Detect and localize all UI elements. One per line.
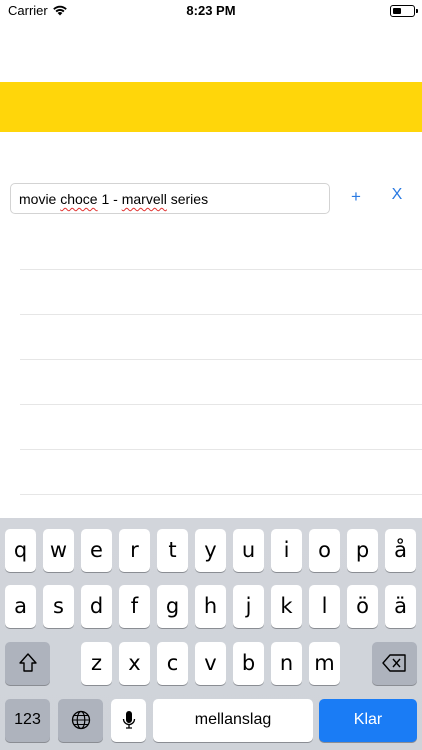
movie-text-field[interactable]: movie choce 1 - marvell series (10, 183, 330, 214)
key-s[interactable]: s (43, 585, 74, 628)
key-a[interactable]: a (5, 585, 36, 628)
battery-icon (390, 5, 415, 17)
key-b[interactable]: b (233, 642, 264, 685)
key-g[interactable]: g (157, 585, 188, 628)
list-item[interactable] (20, 360, 422, 405)
battery-fill (393, 8, 401, 14)
text-part: movie (19, 191, 61, 207)
battery-nub (416, 9, 418, 13)
key-x[interactable]: x (119, 642, 150, 685)
key-m[interactable]: m (309, 642, 340, 685)
shift-key[interactable] (5, 642, 50, 685)
key-q[interactable]: q (5, 529, 36, 572)
key-n[interactable]: n (271, 642, 302, 685)
numbers-key[interactable]: 123 (5, 699, 50, 742)
shift-icon (18, 653, 37, 672)
entry-row: movie choce 1 - marvell series + X (0, 183, 422, 215)
space-key[interactable]: mellanslag (153, 699, 313, 742)
key-o[interactable]: o (309, 529, 340, 572)
keyboard: qwertyuiopå asdfghjklöä zxcvbnm 123 mell… (0, 518, 422, 750)
status-bar: Carrier 8:23 PM (0, 0, 422, 22)
list-item[interactable] (20, 450, 422, 495)
key-v[interactable]: v (195, 642, 226, 685)
key-w[interactable]: w (43, 529, 74, 572)
key-k[interactable]: k (271, 585, 302, 628)
key-p[interactable]: p (347, 529, 378, 572)
key-u[interactable]: u (233, 529, 264, 572)
key-t[interactable]: t (157, 529, 188, 572)
key-r[interactable]: r (119, 529, 150, 572)
movie-text-value: movie choce 1 - marvell series (19, 191, 208, 207)
key-l[interactable]: l (309, 585, 340, 628)
backspace-icon (381, 654, 406, 672)
text-part: 1 - (97, 191, 122, 207)
key-ö[interactable]: ö (347, 585, 378, 628)
backspace-key[interactable] (372, 642, 417, 685)
key-i[interactable]: i (271, 529, 302, 572)
key-c[interactable]: c (157, 642, 188, 685)
key-ä[interactable]: ä (385, 585, 416, 628)
header-bar (0, 82, 422, 132)
key-å[interactable]: å (385, 529, 416, 572)
microphone-icon (122, 711, 135, 729)
clear-button[interactable]: X (387, 186, 407, 208)
list-item[interactable] (20, 225, 422, 270)
key-y[interactable]: y (195, 529, 226, 572)
key-z[interactable]: z (81, 642, 112, 685)
text-part: series (166, 191, 209, 207)
list-item[interactable] (20, 270, 422, 315)
misspelled-word: choce (60, 191, 98, 207)
clock: 8:23 PM (186, 3, 236, 18)
key-f[interactable]: f (119, 585, 150, 628)
key-j[interactable]: j (233, 585, 264, 628)
key-d[interactable]: d (81, 585, 112, 628)
list-item[interactable] (20, 315, 422, 360)
globe-icon (71, 710, 90, 730)
list-item[interactable] (20, 405, 422, 450)
globe-key[interactable] (58, 699, 103, 742)
key-h[interactable]: h (195, 585, 226, 628)
key-e[interactable]: e (81, 529, 112, 572)
dictation-key[interactable] (111, 699, 146, 742)
done-key[interactable]: Klar (319, 699, 417, 742)
add-button[interactable]: + (346, 187, 366, 209)
misspelled-word: marvell (121, 191, 167, 207)
